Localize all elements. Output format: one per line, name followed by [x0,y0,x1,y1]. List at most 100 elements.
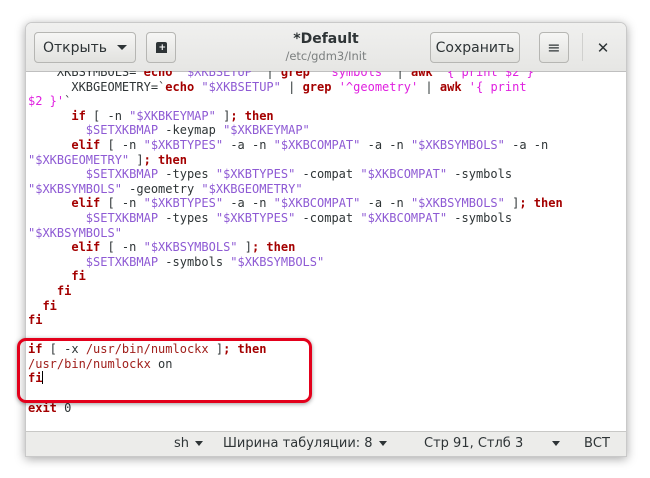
tab-width-selector[interactable]: Ширина табуляции: 8 [223,436,387,451]
code-token: "$XKBCOMPAT" [273,196,361,211]
chevron-down-icon [116,45,127,50]
divider [582,33,583,61]
code-line[interactable]: $SETXKBMAP -symbols "$XKBSYMBOLS" [28,255,563,270]
code-token: "$XKBSETUP" [194,79,281,94]
code-token: -geometry [121,181,202,196]
code-token: -symbols [158,254,231,269]
code-line[interactable]: fi [28,269,563,284]
code-token: "$XKBSYMBOLS" [410,196,505,211]
code-line[interactable]: XKBGEOMETRY=`echo "$XKBSETUP" | grep '^g… [28,80,563,95]
tab-width-label: Ширина табуляции: 8 [223,436,373,451]
code-token: fi [28,269,86,284]
save-label: Сохранить [435,39,515,56]
code-line[interactable]: XKBSYMBOLS=`echo "$XKBSETUP" | grep '^sy… [28,71,563,80]
code-token: "$XKBSYMBOLS" [28,181,122,196]
code-token: awk [439,79,462,94]
cursor-position-label: Стр 91, Стлб 3 [424,436,524,451]
code-token: '^geometry' [331,79,419,94]
code-token: XKBSYMBOLS=` [28,71,144,79]
insert-mode: ВСТ [584,436,610,451]
chevron-down-icon [378,441,387,446]
code-line[interactable]: "$XKBSYMBOLS" -geometry "$XKBGEOMETRY" [28,182,563,197]
hamburger-icon: ≡ [547,38,561,57]
code-token: "$XKBGEOMETRY" [28,152,130,167]
chevron-down-icon [552,441,560,446]
code-line[interactable]: "$XKBGEOMETRY" ]; then [28,153,563,168]
code-token: -a -n [223,137,274,152]
window-title: *Default /etc/gdm3/Init [226,31,426,63]
code-token: [ -n [100,196,144,211]
code-token: -keymap [158,123,224,138]
code-token: ] [504,196,520,211]
new-tab-button[interactable]: + [146,32,176,63]
code-token: if [28,108,86,123]
code-token: "$XKBSYMBOLS" [143,240,238,255]
highlight-box [17,338,312,403]
code-token: grep [302,79,332,94]
close-button[interactable]: ✕ [588,32,618,63]
position-dropdown[interactable] [546,436,560,451]
code-token: $SETXKBMAP [28,210,159,225]
code-token: -a -n [360,196,411,211]
code-line[interactable]: fi [28,299,563,314]
code-token: -a -n [504,137,549,152]
code-token: -compat [295,210,361,225]
code-token: | [389,71,411,79]
code-line[interactable]: elif [ -n "$XKBTYPES" -a -n "$XKBCOMPAT"… [28,196,562,211]
code-token: XKBGEOMETRY=` [28,79,166,94]
header-bar: Открыть + *Default /etc/gdm3/Init Сохран… [26,23,626,72]
code-token: fi [28,283,72,298]
code-token: "$XKBSYMBOLS" [28,225,122,240]
close-icon: ✕ [596,38,610,57]
code-token: grep [280,71,310,79]
status-bar: sh Ширина табуляции: 8 Стр 91, Стлб 3 ВС… [26,431,626,456]
code-token: "$XKBSETUP" [172,71,260,79]
save-button[interactable]: Сохранить [430,32,520,63]
code-token: '^symbols' [309,71,390,79]
code-line[interactable]: "$XKBSYMBOLS" [28,226,563,241]
code-token: ] [237,240,252,255]
cursor-position[interactable]: Стр 91, Стлб 3 [424,436,523,451]
code-token: ] [129,152,144,167]
code-token: "$XKBSYMBOLS" [410,137,505,152]
code-token: $2 }' [28,94,65,109]
code-token: elif [28,196,101,211]
code-token: ; then [143,152,187,167]
code-token: "$XKBTYPES" [215,167,296,182]
open-label: Открыть [43,39,107,56]
code-token: -a -n [223,196,274,211]
code-token: [ -n [100,137,144,152]
code-line[interactable]: $SETXKBMAP -types "$XKBTYPES" -compat "$… [28,211,563,226]
code-token: awk [410,71,433,79]
menu-button[interactable]: ≡ [539,32,569,63]
chevron-down-icon [195,441,204,446]
code-token: "$XKBSYMBOLS" [230,254,325,269]
code-line[interactable]: fi [28,313,563,328]
code-token: -symbols [447,167,513,182]
language-selector[interactable]: sh [174,436,204,451]
code-token: "$XKBTYPES" [215,210,296,225]
code-line[interactable]: if [ -n "$XKBKEYMAP" ]; then [28,109,563,124]
code-line[interactable]: $2 }'` [28,94,563,109]
code-token: '{ print $2 }' [432,71,542,79]
code-token: "$XKBGEOMETRY" [201,181,303,196]
code-token: "$XKBCOMPAT" [360,210,448,225]
code-token: "$XKBTYPES" [143,137,224,152]
code-line[interactable]: $SETXKBMAP -keymap "$XKBKEYMAP" [28,123,563,138]
code-line[interactable]: fi [28,284,563,299]
code-token: echo [165,79,195,94]
code-token: -a -n [360,137,411,152]
code-line[interactable]: elif [ -n "$XKBTYPES" -a -n "$XKBCOMPAT"… [28,138,563,153]
code-token: ` [64,94,72,109]
code-token: "$XKBTYPES" [143,196,224,211]
code-token: "$XKBCOMPAT" [360,167,448,182]
code-token: elif [28,240,101,255]
code-token: fi [28,313,43,328]
code-token: "$XKBKEYMAP" [129,108,216,123]
code-token: -symbols [447,210,513,225]
open-button[interactable]: Открыть [34,32,136,63]
code-line[interactable]: $SETXKBMAP -types "$XKBTYPES" -compat "$… [28,167,563,182]
code-token: elif [28,137,101,152]
code-line[interactable]: elif [ -n "$XKBSYMBOLS" ]; then [28,240,563,255]
document-path: /etc/gdm3/Init [285,49,367,63]
